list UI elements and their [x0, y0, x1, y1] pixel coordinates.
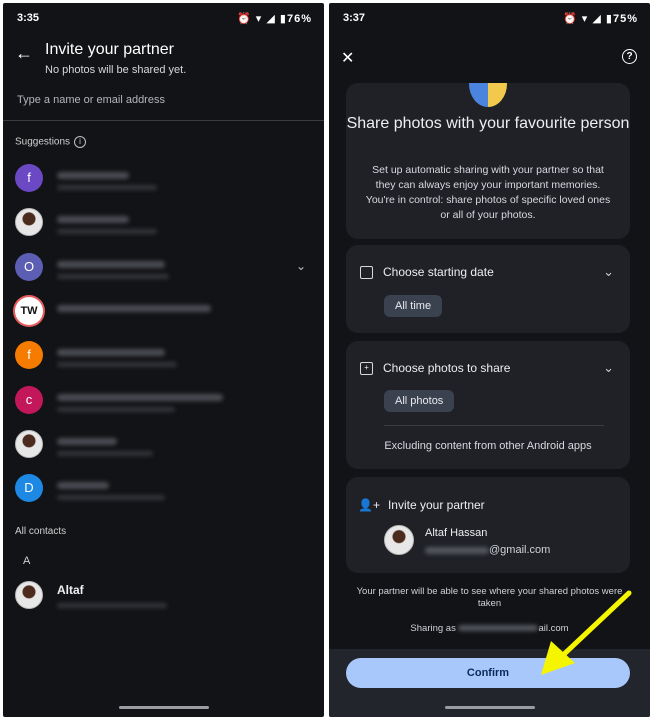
battery-level: 75% [612, 13, 638, 25]
chevron-down-icon[interactable]: ⌄ [603, 264, 614, 280]
contact-email-blurred [57, 362, 177, 368]
suggestion-row[interactable]: f [3, 337, 324, 373]
contact-name: Altaf [57, 583, 84, 597]
status-time: 3:35 [17, 12, 40, 24]
contact-avatar [15, 429, 43, 458]
contact-email-blurred [57, 229, 157, 235]
contact-email-blurred [57, 185, 157, 190]
suggestion-row[interactable]: O ⌄ [3, 249, 324, 285]
contact-email-blurred [57, 603, 167, 608]
contact-email-blurred [57, 273, 169, 279]
contact-name-blurred [57, 260, 165, 268]
contact-avatar: TW [15, 296, 43, 325]
battery-icon: ▮ [605, 13, 613, 25]
partner-avatar [384, 525, 414, 555]
suggestion-row[interactable]: TW [3, 293, 324, 329]
status-bar: 3:35 ⏰ ▾ ◢ ▮76% [3, 3, 324, 33]
photos-to-share-title: Choose photos to share [383, 361, 511, 375]
all-time-chip[interactable]: All time [384, 295, 443, 317]
hero-card: Share photos with your favourite person … [346, 83, 630, 239]
gesture-bar [118, 706, 209, 709]
battery-icon: ▮ [279, 13, 287, 25]
contact-email-blurred [57, 495, 165, 501]
wifi-icon: ▾ [581, 13, 589, 25]
gesture-bar [444, 706, 535, 709]
chevron-down-icon[interactable]: ⌄ [603, 360, 614, 376]
invite-title: Invite your partner [387, 498, 485, 512]
partner-email: @gmail.com [425, 544, 550, 556]
contact-name-blurred [57, 304, 211, 312]
status-bar: 3:37 ⏰ ▾ ◢ ▮75% [329, 3, 650, 33]
all-photos-chip[interactable]: All photos [384, 390, 455, 412]
suggestion-row[interactable]: f [3, 160, 324, 196]
add-photo-icon: + [360, 362, 373, 376]
page-subtitle: No photos will be shared yet. [45, 64, 187, 76]
close-icon[interactable]: ✕ [341, 48, 354, 68]
back-arrow-icon[interactable]: ← [15, 43, 33, 64]
share-photos-screen: 3:37 ⏰ ▾ ◢ ▮75% ✕ ? Share photos with yo… [329, 3, 650, 717]
section-letter: A [23, 555, 31, 567]
wifi-icon: ▾ [255, 13, 263, 25]
contact-row-altaf[interactable]: Altaf [3, 577, 324, 613]
photos-to-share-card[interactable]: + Choose photos to share ⌄ All photos Exc… [346, 341, 630, 469]
battery-level: 76% [286, 13, 312, 25]
page-title: Invite your partner [45, 41, 174, 58]
contact-name-blurred [57, 437, 117, 445]
hero-description: Set up automatic sharing with your partn… [365, 164, 611, 221]
suggestion-row[interactable]: D [3, 470, 324, 506]
account-redacted [458, 625, 539, 632]
status-time: 3:37 [343, 12, 366, 24]
info-icon[interactable]: i [74, 136, 87, 148]
signal-icon: ◢ [266, 13, 276, 25]
contact-avatar: c [15, 385, 43, 414]
email-redacted [425, 546, 489, 554]
contact-avatar: O [15, 252, 43, 281]
invite-partner-card: 👤+ Invite your partner Altaf Hassan @gmai… [346, 477, 630, 573]
contact-name-blurred [57, 349, 165, 357]
annotation-arrow [541, 590, 632, 675]
search-bar [3, 83, 324, 121]
search-input[interactable] [15, 93, 299, 107]
alarm-icon: ⏰ [563, 13, 578, 25]
contact-name-blurred [57, 482, 109, 490]
help-icon[interactable]: ? [622, 49, 637, 64]
contact-name-blurred [57, 172, 129, 179]
contact-avatar: f [15, 341, 43, 370]
starting-date-card[interactable]: Choose starting date ⌄ All time [346, 245, 630, 333]
suggestion-row[interactable]: c [3, 382, 324, 418]
contact-email-blurred [57, 450, 153, 456]
starting-date-title: Choose starting date [383, 265, 494, 279]
contact-name-blurred [57, 393, 223, 401]
suggestion-row[interactable] [3, 204, 324, 240]
contact-avatar [15, 208, 43, 237]
signal-icon: ◢ [592, 13, 602, 25]
alarm-icon: ⏰ [237, 13, 252, 25]
chevron-down-icon[interactable]: ⌄ [296, 259, 306, 273]
calendar-icon [360, 266, 373, 280]
contact-avatar: f [15, 164, 43, 192]
divider [384, 425, 604, 426]
all-contacts-heading: All contacts [15, 526, 67, 537]
contact-avatar [15, 581, 43, 609]
suggestion-row[interactable] [3, 426, 324, 462]
hero-title: Share photos with your favourite person [346, 115, 630, 132]
partner-name: Altaf Hassan [425, 527, 488, 539]
exclusion-note: Excluding content from other Android app… [384, 440, 592, 452]
hero-illustration [469, 83, 507, 107]
contact-name-blurred [57, 216, 129, 224]
invite-partner-screen: 3:35 ⏰ ▾ ◢ ▮76% ← Invite your partner No… [3, 3, 324, 717]
annotation-arrow-shaft [558, 590, 632, 660]
contact-email-blurred [57, 406, 175, 412]
suggestions-heading: Suggestions i [15, 136, 87, 148]
contact-avatar: D [15, 474, 43, 503]
add-person-icon: 👤+ [358, 498, 380, 512]
